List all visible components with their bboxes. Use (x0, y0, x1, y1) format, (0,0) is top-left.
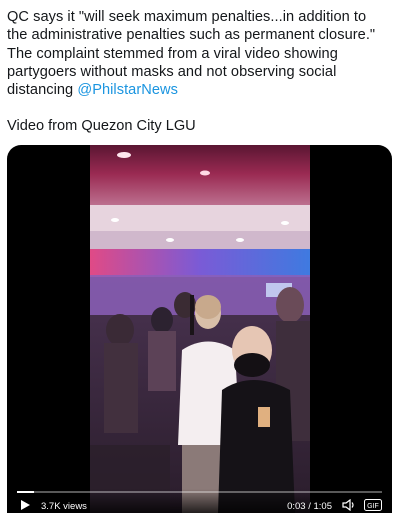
svg-text:GIF: GIF (367, 503, 379, 510)
tweet-line-3: The complaint stemmed from a viral video… (7, 45, 338, 62)
volume-icon[interactable] (342, 499, 356, 511)
view-count: 3.7K views (41, 501, 87, 512)
gif-icon[interactable]: GIF (364, 499, 382, 511)
video-caption: Video from Quezon City LGU (7, 118, 196, 134)
tweet-line-5-text: distancing (7, 82, 74, 99)
tweet-line-4: partygoers without masks and not observi… (7, 63, 337, 80)
video-frame[interactable] (90, 145, 310, 513)
progress-fill (17, 491, 34, 493)
video-time: 0:03 / 1:05 (287, 501, 332, 512)
tweet-line-1: QC says it "will seek maximum penalties.… (7, 9, 367, 25)
tweet-line-2: the administrative penalties such as per… (7, 27, 376, 44)
progress-bar[interactable] (17, 491, 382, 493)
tweet-text: QC says it "will seek maximum penalties.… (7, 8, 399, 99)
party-scene-image (90, 145, 310, 513)
video-player[interactable]: 3.7K views 0:03 / 1:05 GIF (7, 145, 392, 513)
tweet-line-5: distancing @PhilstarNews (7, 81, 399, 99)
play-icon[interactable] (19, 499, 31, 511)
mention-link[interactable]: @PhilstarNews (77, 82, 178, 98)
